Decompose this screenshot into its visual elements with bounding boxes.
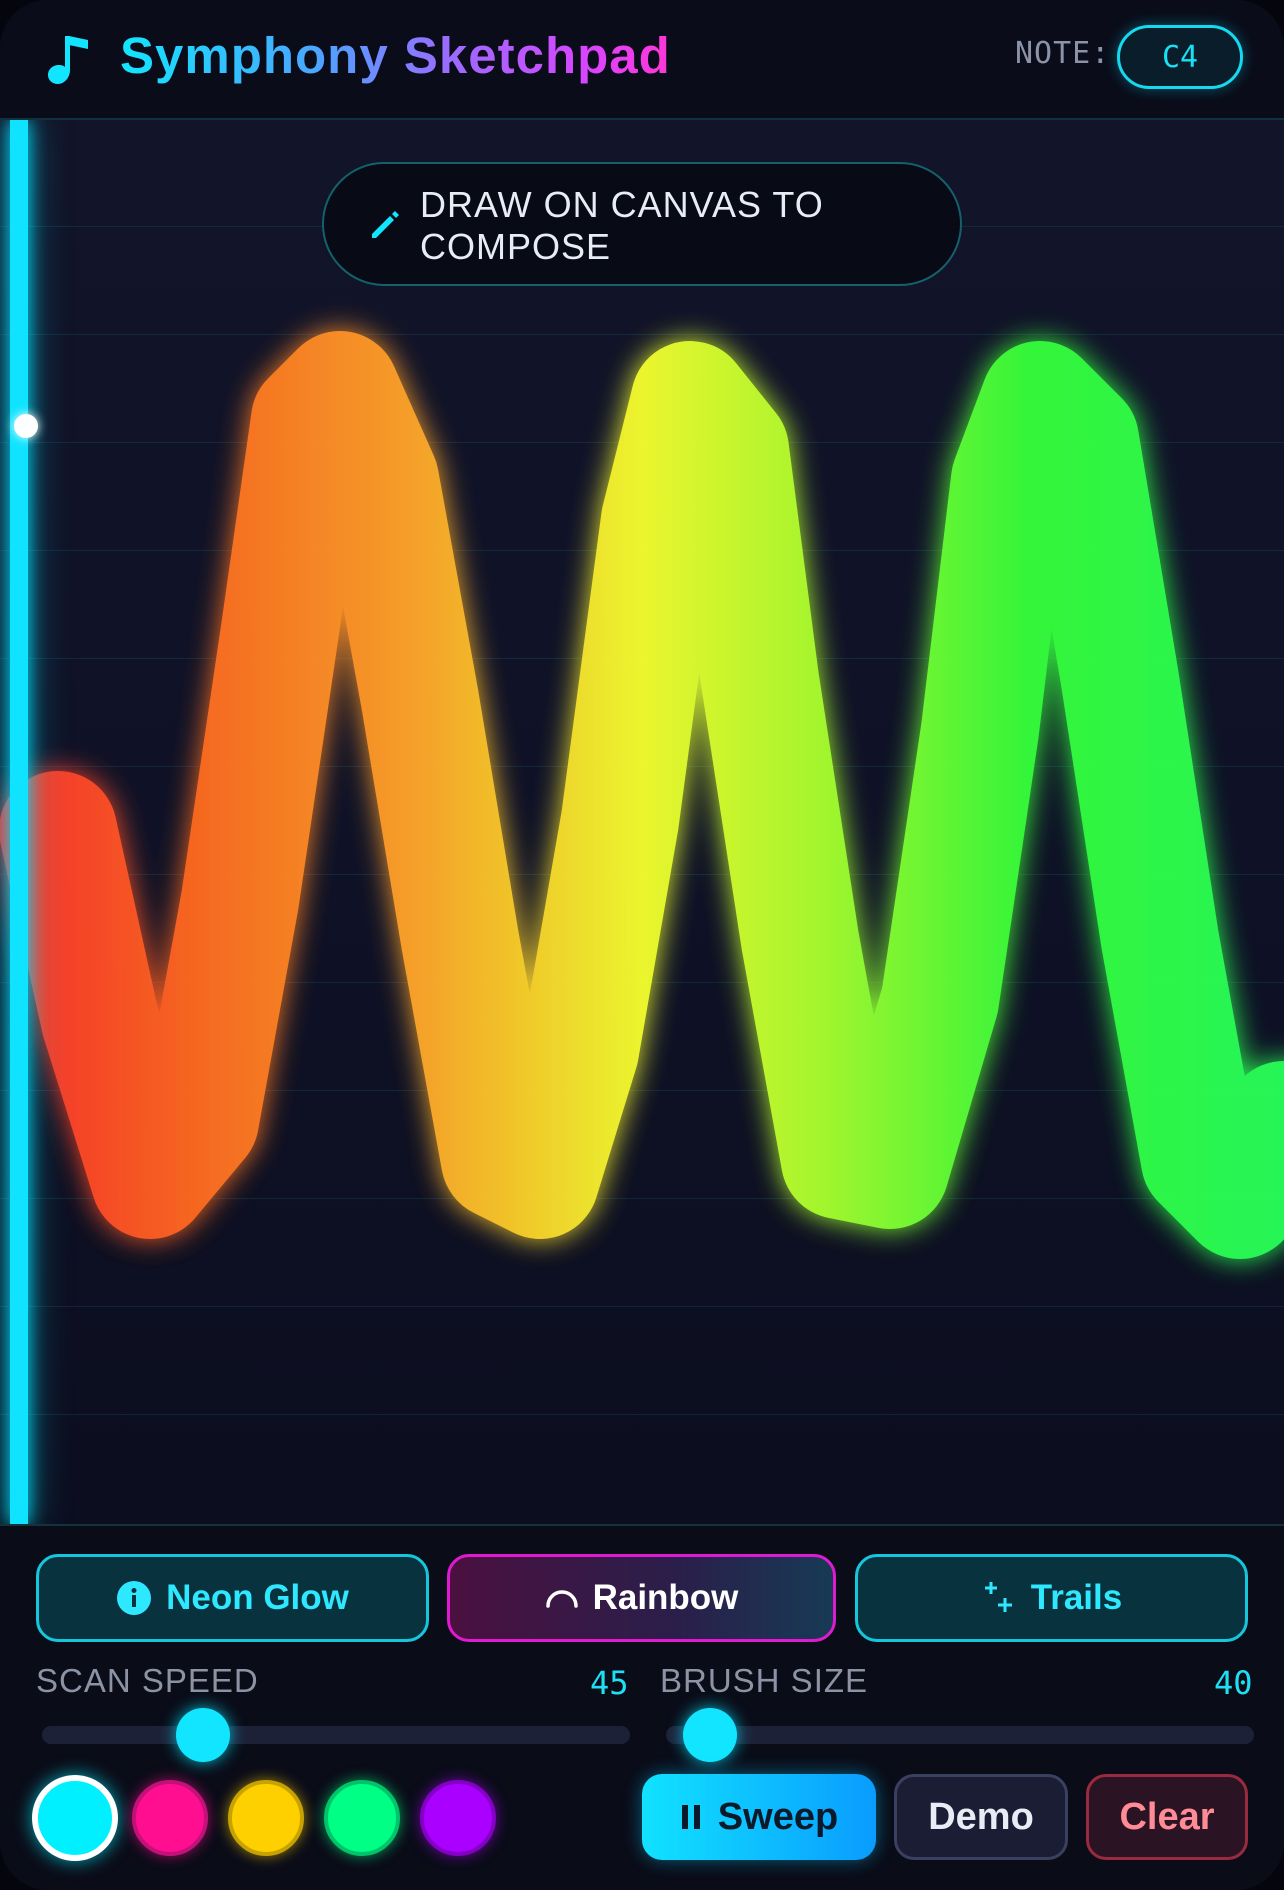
sweep-button[interactable]: Sweep	[642, 1774, 876, 1860]
note-label: NOTE:	[1015, 36, 1111, 71]
brush-size-value: 40	[1214, 1664, 1253, 1702]
neon-glow-label: Neon Glow	[166, 1578, 349, 1617]
color-swatch-green[interactable]	[324, 1780, 400, 1856]
scan-speed-slider[interactable]	[42, 1726, 630, 1744]
sparkles-icon	[981, 1580, 1017, 1616]
scan-speed-label: SCAN SPEED	[36, 1662, 259, 1699]
scan-speed-slider-thumb[interactable]	[176, 1708, 230, 1762]
brush-size-label: BRUSH SIZE	[660, 1662, 869, 1699]
app-header: Symphony Sketchpad NOTE: C4	[0, 0, 1284, 120]
app-title: Symphony Sketchpad	[120, 27, 671, 84]
color-swatch-pink[interactable]	[132, 1780, 208, 1856]
brush-size-slider-thumb[interactable]	[683, 1708, 737, 1762]
compose-hint: DRAW ON CANVAS TO COMPOSE	[322, 162, 962, 286]
color-swatch-cyan[interactable]	[32, 1775, 118, 1861]
sweep-label: Sweep	[717, 1795, 839, 1838]
clear-button[interactable]: Clear	[1086, 1774, 1248, 1860]
rainbow-label: Rainbow	[592, 1578, 739, 1617]
drawn-strokes	[0, 331, 1284, 1259]
color-swatch-purple[interactable]	[420, 1780, 496, 1856]
scan-speed-value: 45	[590, 1664, 629, 1702]
info-icon	[116, 1580, 152, 1616]
playhead-scan-line	[10, 120, 28, 1524]
trails-label: Trails	[1030, 1578, 1123, 1617]
rainbow-button[interactable]: Rainbow	[447, 1554, 836, 1642]
demo-label: Demo	[928, 1795, 1034, 1838]
pencil-icon	[372, 211, 399, 238]
clear-label: Clear	[1119, 1795, 1215, 1838]
brush-size-slider[interactable]	[666, 1726, 1254, 1744]
color-swatch-yellow[interactable]	[228, 1780, 304, 1856]
control-panel: Neon Glow Rainbow Trails SCAN SPEED 45 B…	[0, 1524, 1284, 1890]
app-window: Symphony Sketchpad NOTE: C4 DRAW ON CANV…	[0, 0, 1284, 1890]
drawing-canvas[interactable]: DRAW ON CANVAS TO COMPOSE	[0, 120, 1284, 1524]
rainbow-stroke	[0, 331, 1284, 1259]
music-note-icon	[48, 36, 88, 84]
demo-button[interactable]: Demo	[894, 1774, 1068, 1860]
current-note-badge: C4	[1117, 25, 1243, 89]
compose-hint-text: DRAW ON CANVAS TO COMPOSE	[420, 184, 824, 267]
arc-icon	[545, 1586, 579, 1610]
playhead-marker	[14, 414, 38, 438]
pause-icon	[680, 1802, 704, 1832]
neon-glow-button[interactable]: Neon Glow	[36, 1554, 429, 1642]
trails-button[interactable]: Trails	[855, 1554, 1248, 1642]
